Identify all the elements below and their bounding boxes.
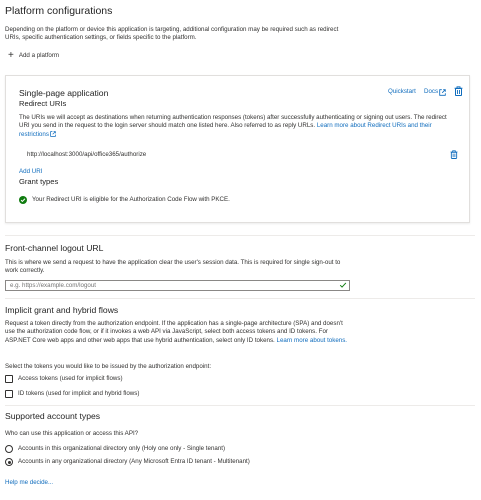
- access-tokens-option[interactable]: Access tokens (used for implicit flows): [5, 374, 225, 385]
- implicit-grant-description: Request a token directly from the author…: [5, 320, 348, 344]
- page-title: Platform configurations: [5, 5, 113, 17]
- external-link-icon: [439, 88, 446, 96]
- multi-tenant-label: Accounts in any organizational directory…: [18, 458, 250, 465]
- id-tokens-label: ID tokens (used for implicit and hybrid …: [18, 390, 140, 397]
- add-platform-label: Add a platform: [18, 52, 60, 59]
- success-check-icon: [19, 196, 27, 205]
- valid-check-icon: [339, 281, 347, 289]
- section-divider: [5, 298, 475, 299]
- single-tenant-label: Accounts in this organizational director…: [18, 445, 226, 452]
- id-tokens-option[interactable]: ID tokens (used for implicit and hybrid …: [5, 389, 225, 400]
- logout-url-input[interactable]: [5, 280, 350, 291]
- section-divider: [5, 235, 475, 236]
- trash-icon: [450, 150, 458, 159]
- access-tokens-checkbox[interactable]: [5, 375, 13, 383]
- docs-link[interactable]: Docs: [424, 88, 446, 96]
- redirect-uri-value[interactable]: http://localhost:3000/api/office365/auth…: [27, 151, 146, 159]
- single-tenant-radio[interactable]: [5, 445, 13, 453]
- help-me-decide-link[interactable]: Help me decide...: [5, 479, 53, 487]
- multi-tenant-radio[interactable]: [5, 458, 13, 466]
- single-tenant-option[interactable]: Accounts in this organizational director…: [5, 444, 345, 455]
- multi-tenant-option[interactable]: Accounts in any organizational directory…: [5, 457, 345, 468]
- delete-platform-button[interactable]: [454, 86, 463, 96]
- add-platform-button[interactable]: + Add a platform: [8, 50, 60, 62]
- add-uri-link[interactable]: Add URI: [19, 168, 42, 176]
- plus-icon: +: [8, 50, 14, 62]
- tokens-learn-more-link[interactable]: Learn more about tokens.: [277, 337, 348, 344]
- trash-icon: [454, 86, 463, 96]
- logout-url-title: Front-channel logout URL: [5, 243, 104, 253]
- account-types-title: Supported account types: [5, 411, 101, 421]
- quickstart-link[interactable]: Quickstart: [388, 88, 416, 96]
- spa-title: Single-page application: [19, 88, 109, 98]
- external-link-icon: [50, 130, 56, 137]
- account-types-question: Who can use this application or access t…: [5, 430, 139, 437]
- id-tokens-checkbox[interactable]: [5, 390, 13, 398]
- page-intro: Depending on the platform or device this…: [5, 26, 339, 42]
- docs-label: Docs: [424, 88, 439, 95]
- token-select-label: Select the tokens you would like to be i…: [5, 363, 212, 370]
- grant-status-text: Your Redirect URI is eligible for the Au…: [32, 196, 230, 203]
- redirect-uris-description: The URIs we will accept as destinations …: [19, 114, 447, 138]
- redirect-uris-title: Redirect URIs: [19, 99, 67, 108]
- section-divider: [5, 405, 475, 406]
- redirect-uri-row: http://localhost:3000/api/office365/auth…: [19, 148, 464, 162]
- access-tokens-label: Access tokens (used for implicit flows): [18, 375, 123, 382]
- implicit-grant-title: Implicit grant and hybrid flows: [5, 305, 119, 315]
- delete-uri-button[interactable]: [450, 150, 458, 159]
- grant-types-title: Grant types: [19, 177, 59, 186]
- grant-status: Your Redirect URI is eligible for the Au…: [19, 196, 230, 205]
- logout-url-description: This is where we send a request to have …: [5, 259, 341, 275]
